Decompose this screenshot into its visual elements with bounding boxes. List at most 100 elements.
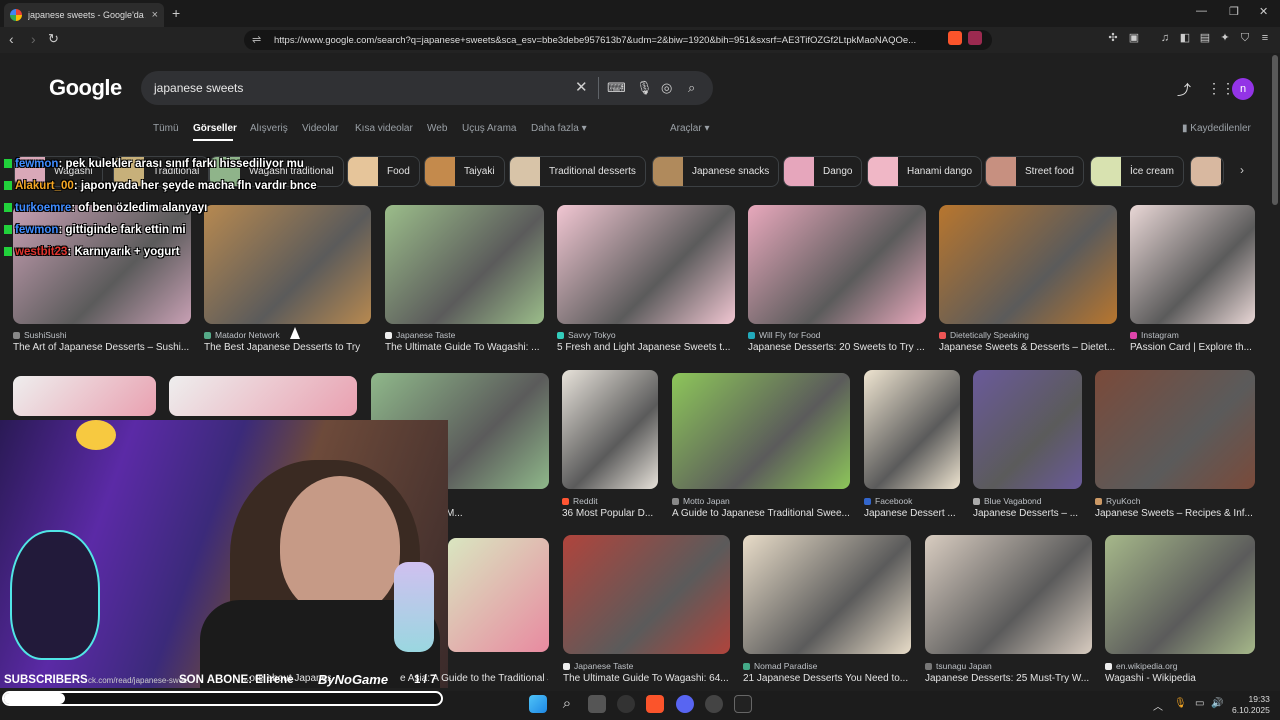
tray-mic-icon[interactable]: 🎙 bbox=[1174, 698, 1187, 709]
result-thumbnail[interactable] bbox=[1105, 535, 1255, 654]
result-title[interactable]: The Ultimate Guide To Wagashi: ... bbox=[385, 342, 544, 353]
result-title[interactable]: The Best Japanese Desserts to Try bbox=[204, 342, 371, 353]
chip-food[interactable]: Food bbox=[347, 156, 420, 187]
search-input[interactable]: japanese sweets bbox=[141, 71, 713, 105]
result-title[interactable]: The Art of Japanese Desserts – Sushi... bbox=[13, 342, 191, 353]
result-source[interactable]: en.wikipedia.org bbox=[1105, 661, 1177, 671]
clear-search-icon[interactable]: ✕ bbox=[575, 78, 588, 96]
apps-grid-icon[interactable]: ⋮⋮ bbox=[1207, 80, 1235, 97]
url-bar[interactable]: ⇌ https://www.google.com/search?q=japane… bbox=[244, 30, 992, 50]
tab-close-icon[interactable]: × bbox=[152, 9, 158, 21]
tab-flights[interactable]: Uçuş Arama bbox=[462, 123, 516, 134]
keyboard-icon[interactable]: ⌨ bbox=[607, 80, 626, 96]
back-icon[interactable]: ‹ bbox=[9, 31, 14, 47]
chip-street-food[interactable]: Street food bbox=[985, 156, 1084, 187]
result-thumbnail[interactable] bbox=[448, 538, 549, 652]
result-thumbnail[interactable] bbox=[672, 373, 850, 489]
result-thumbnail[interactable] bbox=[973, 370, 1082, 489]
result-thumbnail[interactable] bbox=[557, 205, 735, 324]
saved-button[interactable]: ▮ Kaydedilenler bbox=[1182, 123, 1251, 134]
result-thumbnail[interactable] bbox=[925, 535, 1092, 654]
tray-chevron-icon[interactable]: ︿ bbox=[1153, 698, 1163, 713]
avatar[interactable]: n bbox=[1232, 78, 1254, 100]
result-thumbnail[interactable] bbox=[562, 370, 658, 489]
result-thumbnail[interactable] bbox=[1130, 205, 1255, 324]
result-thumbnail[interactable] bbox=[748, 205, 926, 324]
result-source[interactable]: RyuKoch bbox=[1095, 496, 1141, 506]
result-source[interactable]: Nomad Paradise bbox=[743, 661, 817, 671]
result-title[interactable]: Japanese Dessert ... bbox=[864, 508, 960, 519]
search-icon[interactable]: ⌕ bbox=[688, 80, 695, 96]
chip-dango[interactable]: Dango bbox=[783, 156, 863, 187]
reload-icon[interactable]: ↻ bbox=[48, 31, 59, 47]
maximize-icon[interactable]: ❐ bbox=[1229, 5, 1239, 18]
result-thumbnail[interactable] bbox=[13, 205, 191, 324]
chip-partial[interactable] bbox=[1190, 156, 1224, 187]
tab-videos[interactable]: Videolar bbox=[302, 123, 339, 134]
tab-more[interactable]: Daha fazla ▾ bbox=[531, 123, 587, 134]
music-icon[interactable]: ♫ bbox=[1158, 31, 1172, 45]
result-title[interactable]: The Ultimate Guide To Wagashi: 64... bbox=[563, 673, 730, 684]
chip-traditional-desserts[interactable]: Traditional desserts bbox=[509, 156, 646, 187]
brave-shields-icon[interactable] bbox=[948, 31, 962, 45]
result-source[interactable]: tsunagu Japan bbox=[925, 661, 992, 671]
result-source[interactable]: Motto Japan bbox=[672, 496, 730, 506]
result-title[interactable]: Japanese Desserts: 25 Must-Try W... bbox=[925, 673, 1092, 684]
vpn-icon[interactable]: ⛉ bbox=[1238, 31, 1252, 45]
leo-ai-icon[interactable]: ✦ bbox=[1218, 31, 1232, 45]
discord-icon[interactable] bbox=[676, 695, 694, 713]
chips-next-icon[interactable]: › bbox=[1240, 163, 1244, 177]
result-title[interactable]: PAssion Card | Explore th... bbox=[1130, 342, 1255, 353]
result-source[interactable]: Japanese Taste bbox=[563, 661, 633, 671]
result-thumbnail[interactable] bbox=[169, 376, 357, 416]
tab-shopping[interactable]: Alışveriş bbox=[250, 123, 288, 134]
result-source[interactable]: Will Fly for Food bbox=[748, 330, 820, 340]
result-title[interactable]: Japanese Sweets & Desserts – Dietet... bbox=[939, 342, 1117, 353]
result-source[interactable]: Blue Vagabond bbox=[973, 496, 1042, 506]
minimize-icon[interactable]: — bbox=[1196, 5, 1207, 17]
tab-images[interactable]: Görseller bbox=[193, 123, 237, 134]
result-source[interactable]: Japanese Taste bbox=[385, 330, 455, 340]
wallet-icon[interactable]: ▤ bbox=[1198, 31, 1212, 45]
result-thumbnail[interactable] bbox=[1095, 370, 1255, 489]
page-scrollbar[interactable] bbox=[1272, 55, 1278, 205]
result-thumbnail[interactable] bbox=[204, 205, 371, 324]
chip-japanese-snacks[interactable]: Japanese snacks bbox=[652, 156, 780, 187]
forward-icon[interactable]: › bbox=[31, 31, 36, 47]
result-thumbnail[interactable] bbox=[939, 205, 1117, 324]
extensions-icon[interactable]: ✣ bbox=[1106, 31, 1120, 45]
result-thumbnail[interactable] bbox=[385, 205, 544, 324]
tab-all[interactable]: Tümü bbox=[153, 123, 179, 134]
tab-short-videos[interactable]: Kısa videolar bbox=[355, 123, 413, 134]
network-icon[interactable]: ▭ bbox=[1195, 698, 1204, 709]
result-title[interactable]: A Guide to Japanese Traditional Swee... bbox=[672, 508, 850, 519]
tab-google-search[interactable]: japanese sweets - Google'da Ara × bbox=[4, 3, 164, 27]
google-logo[interactable]: Google bbox=[49, 75, 122, 101]
epic-games-icon[interactable] bbox=[734, 695, 752, 713]
brave-rewards-icon[interactable] bbox=[968, 31, 982, 45]
start-icon[interactable] bbox=[529, 695, 547, 713]
lens-icon[interactable]: ◎ bbox=[661, 80, 672, 96]
result-title[interactable]: 36 Most Popular D... bbox=[562, 508, 658, 519]
obs-icon[interactable] bbox=[705, 695, 723, 713]
new-tab-button[interactable]: + bbox=[172, 5, 180, 21]
result-title[interactable]: 5 Fresh and Light Japanese Sweets t... bbox=[557, 342, 735, 353]
result-thumbnail[interactable] bbox=[864, 370, 960, 489]
result-source[interactable]: SushiSushi bbox=[13, 330, 67, 340]
result-thumbnail[interactable] bbox=[563, 535, 730, 654]
chip-hanami-dango[interactable]: Hanami dango bbox=[867, 156, 983, 187]
chip-taiyaki[interactable]: Taiyaki bbox=[424, 156, 505, 187]
sidebar-icon[interactable]: ◧ bbox=[1178, 31, 1192, 45]
result-thumbnail[interactable] bbox=[13, 376, 156, 416]
result-source[interactable]: Instagram bbox=[1130, 330, 1179, 340]
tab-web[interactable]: Web bbox=[427, 123, 447, 134]
menu-icon[interactable]: ≡ bbox=[1258, 31, 1272, 45]
result-source[interactable]: Dietetically Speaking bbox=[939, 330, 1029, 340]
result-thumbnail[interactable] bbox=[743, 535, 911, 654]
window-close-icon[interactable]: ✕ bbox=[1259, 5, 1268, 18]
result-source[interactable]: Facebook bbox=[864, 496, 912, 506]
volume-icon[interactable]: 🔊 bbox=[1211, 698, 1223, 709]
tools-button[interactable]: Araçlar ▾ bbox=[670, 123, 710, 134]
task-view-icon[interactable] bbox=[588, 695, 606, 713]
reader-icon[interactable]: ▣ bbox=[1127, 31, 1141, 45]
